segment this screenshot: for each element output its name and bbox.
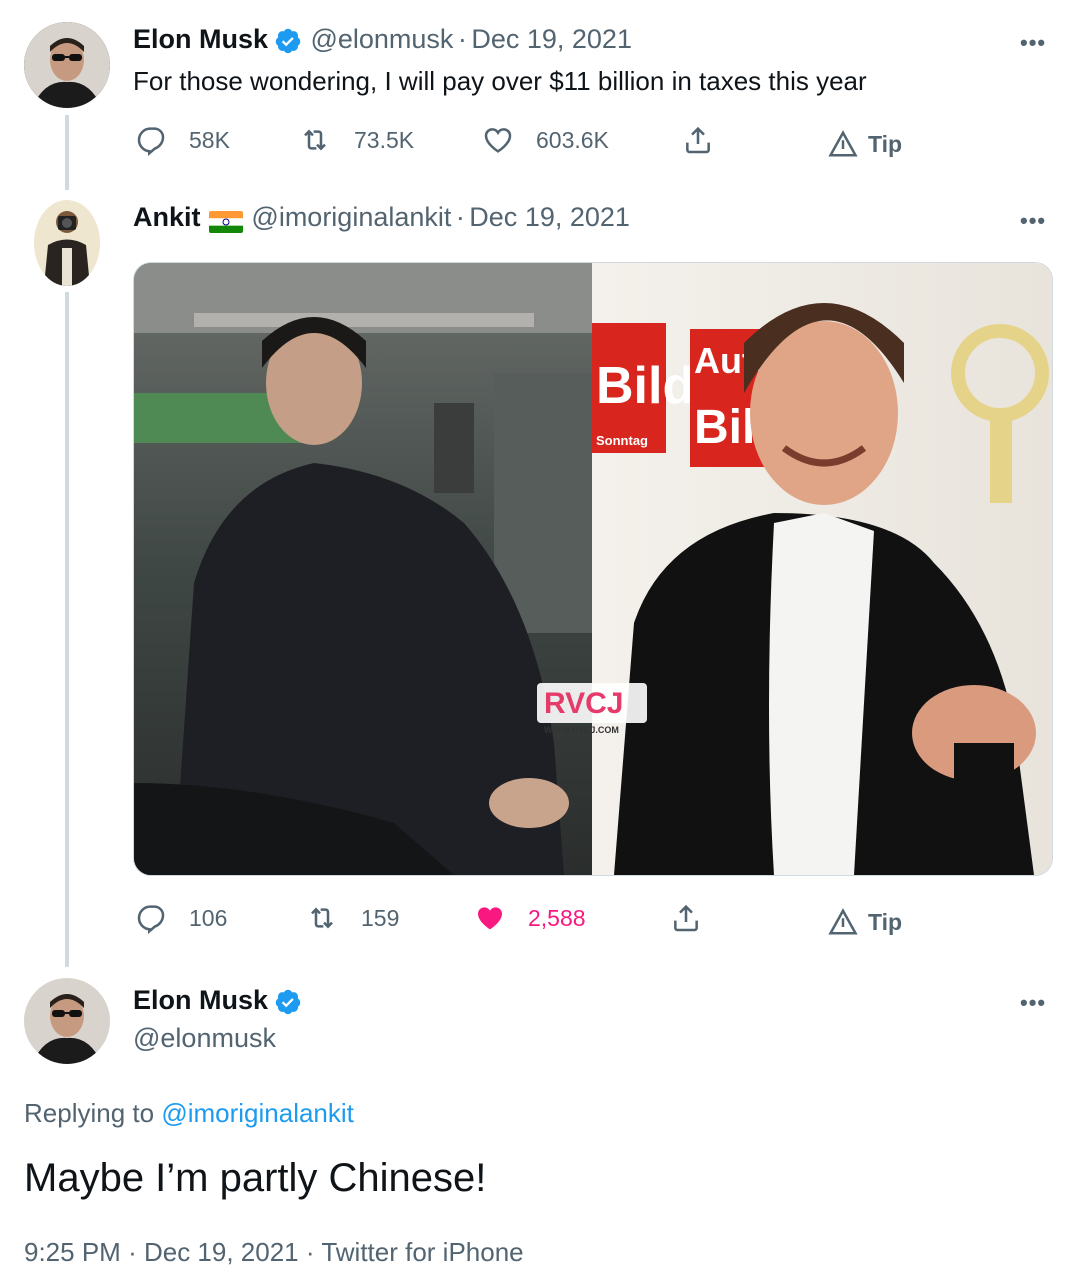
reply-count: 58K	[189, 126, 230, 153]
share-button[interactable]	[682, 124, 714, 156]
retweet-icon	[304, 129, 326, 151]
author-handle[interactable]: @elonmusk	[310, 24, 453, 54]
tweet-source[interactable]: Twitter for iPhone	[321, 1237, 523, 1267]
tip-icon	[828, 908, 858, 935]
tip-icon	[828, 130, 858, 157]
avatar[interactable]	[24, 978, 110, 1064]
avatar-image	[24, 22, 110, 108]
avatar-image	[34, 200, 100, 286]
reply-count: 106	[189, 904, 228, 931]
separator: ·	[455, 202, 465, 232]
tip-button[interactable]: Tip	[828, 130, 902, 158]
tweet-header: Ankit @imoriginalankit · Dec 19, 2021	[133, 202, 630, 233]
tweet-header: Elon Musk @elonmusk · Dec 19, 2021	[133, 24, 632, 60]
india-flag-icon	[208, 210, 243, 233]
retweet-button[interactable]: 159	[305, 902, 399, 934]
author-name-row: Elon Musk	[133, 985, 306, 1021]
tweet-time[interactable]: 9:25 PM	[24, 1237, 121, 1267]
more-options-icon[interactable]: •••	[1020, 208, 1046, 234]
tip-label: Tip	[868, 130, 903, 157]
like-button[interactable]: 603.6K	[482, 124, 609, 156]
replying-to: Replying to @imoriginalankit	[24, 1098, 354, 1129]
retweet-count: 159	[361, 904, 400, 931]
sign-text-1: Bild	[596, 357, 694, 415]
verified-badge-icon	[274, 27, 302, 60]
sign-text-2: Sonntag	[596, 433, 648, 448]
tip-button[interactable]: Tip	[828, 908, 902, 936]
author-handle[interactable]: @elonmusk	[133, 1023, 276, 1054]
tweet-media[interactable]: Bild Sonntag Auto Bild RVCJ WWW.RVCJ.COM	[133, 262, 1053, 876]
more-options-icon[interactable]: •••	[1020, 990, 1046, 1016]
like-count: 2,588	[528, 904, 586, 931]
replying-prefix: Replying to	[24, 1098, 155, 1128]
tweet-date[interactable]: Dec 19, 2021	[144, 1237, 299, 1267]
author-name[interactable]: Elon Musk	[133, 985, 268, 1015]
author-handle[interactable]: @imoriginalankit	[251, 202, 451, 232]
media-watermark: RVCJ	[544, 687, 623, 720]
verified-badge-icon	[274, 988, 302, 1021]
heart-filled-icon	[478, 907, 502, 930]
share-icon	[674, 904, 698, 932]
separator: ·	[305, 1237, 315, 1267]
avatar-image	[24, 978, 110, 1064]
media-watermark-url: WWW.RVCJ.COM	[544, 725, 619, 735]
reply-button[interactable]: 106	[135, 902, 227, 934]
separator: ·	[128, 1237, 137, 1267]
thread-line-1	[65, 115, 69, 190]
author-name[interactable]: Elon Musk	[133, 24, 268, 54]
retweet-count: 73.5K	[354, 126, 415, 153]
separator: ·	[457, 24, 467, 54]
share-button[interactable]	[670, 902, 702, 934]
reply-icon	[137, 905, 165, 934]
media-image: Bild Sonntag Auto Bild RVCJ WWW.RVCJ.COM	[134, 263, 1052, 875]
retweet-button[interactable]: 73.5K	[298, 124, 414, 156]
like-count: 603.6K	[536, 126, 609, 153]
heart-icon	[484, 128, 512, 153]
author-name[interactable]: Ankit	[133, 202, 201, 232]
retweet-icon	[311, 907, 333, 929]
more-options-icon[interactable]: •••	[1020, 30, 1046, 56]
share-icon	[686, 126, 710, 154]
avatar[interactable]	[34, 200, 100, 286]
thread-line-2	[65, 292, 69, 967]
avatar[interactable]	[24, 22, 110, 108]
tip-label: Tip	[868, 908, 903, 935]
tweet-meta: 9:25 PM · Dec 19, 2021 · Twitter for iPh…	[24, 1237, 524, 1268]
tweet-date[interactable]: Dec 19, 2021	[471, 24, 632, 54]
tweet-date[interactable]: Dec 19, 2021	[469, 202, 630, 232]
replying-handle-link[interactable]: @imoriginalankit	[161, 1098, 354, 1128]
main-tweet-text: Maybe I’m partly Chinese!	[24, 1156, 487, 1200]
reply-button[interactable]: 58K	[135, 124, 230, 156]
reply-icon	[137, 127, 165, 156]
tweet-text: For those wondering, I will pay over $11…	[133, 66, 867, 96]
like-button[interactable]: 2,588	[474, 902, 586, 934]
